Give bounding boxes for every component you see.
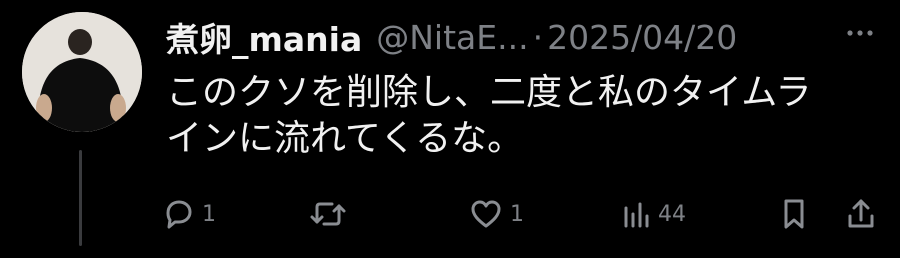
like-count: 1: [510, 201, 524, 227]
post-text-line: インに流れてくるな。: [166, 118, 524, 159]
display-name[interactable]: 煮卵_mania: [166, 13, 362, 61]
reply-icon: [166, 200, 192, 229]
post-header: 煮卵_mania @NitaE... · 2025/04/20: [166, 14, 871, 60]
avatar[interactable]: [22, 12, 142, 132]
more-options-button[interactable]: [843, 16, 877, 50]
share-button[interactable]: [844, 194, 878, 234]
user-handle[interactable]: @NitaE...: [376, 18, 528, 57]
repost-icon: [310, 202, 346, 226]
more-dots-icon: [847, 30, 873, 36]
reply-button[interactable]: 1: [160, 194, 216, 234]
post-text: このクソを削除し、二度と私のタイムラ インに流れてくるな。: [166, 70, 866, 162]
post-text-line: このクソを削除し、二度と私のタイムラ: [166, 72, 812, 113]
views-button[interactable]: 44: [620, 194, 686, 234]
like-button[interactable]: 1: [468, 194, 524, 234]
views-bar-chart-icon: [624, 202, 649, 228]
reply-count: 1: [202, 201, 216, 227]
post-date[interactable]: 2025/04/20: [547, 18, 737, 57]
bookmark-icon: [784, 199, 804, 229]
thread-line: [79, 150, 82, 246]
action-bar: 1 1 44: [160, 194, 890, 234]
header-separator: ·: [532, 17, 544, 57]
heart-icon: [471, 200, 501, 228]
views-count: 44: [658, 201, 686, 227]
share-icon: [848, 199, 874, 228]
repost-button[interactable]: [308, 194, 354, 234]
bookmark-button[interactable]: [778, 194, 810, 234]
